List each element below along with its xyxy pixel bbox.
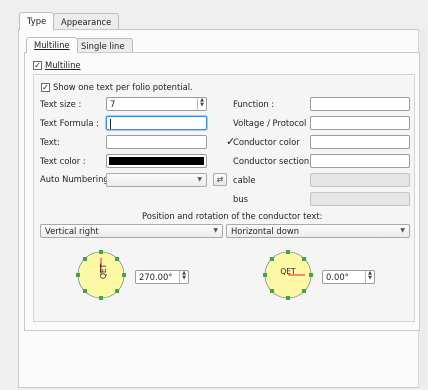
subtab-multiline[interactable]: Multiline [26,37,78,53]
voltage-label: Voltage / Protocol : [233,118,312,128]
text-input[interactable] [106,135,207,149]
auto-numbering-label: Auto Numbering [40,174,109,184]
voltage-input[interactable] [310,116,410,130]
chevron-down-icon: ▼ [213,227,218,234]
text-formula-label: Text Formula : [40,118,99,128]
vertical-position-combo[interactable]: Vertical right ▼ [40,224,223,238]
subtab-multiline-label: Multiline [34,40,70,50]
subtab-single-line[interactable]: Single line [73,38,133,53]
text-color-swatch [109,157,204,165]
conductor-section-input[interactable] [310,154,410,168]
subtab-single-line-label: Single line [81,41,125,51]
conductor-color-label: Conductor color [233,137,300,147]
chevron-down-icon: ▼ [400,227,405,234]
tab-appearance-label: Appearance [61,17,112,27]
text-size-spin-arrows[interactable]: ▲ ▼ [197,98,206,110]
angle-spinbox-left[interactable]: 270.00° ▲ ▼ [135,270,189,284]
angle-right-spin-arrows[interactable]: ▲ ▼ [365,271,374,283]
angle-left-value: 270.00° [139,272,173,282]
bus-input [310,192,410,206]
text-size-value: 7 [110,99,116,109]
angle-right-value: 0.00° [326,272,349,282]
dial-right-text: QET [280,267,296,276]
one-text-checkbox-label: Show one text per folio potential. [53,82,193,92]
multiline-check-mark: ✓ [34,61,41,70]
angle-left-spin-arrows[interactable]: ▲ ▼ [179,271,188,283]
function-label: Function : [233,99,275,109]
multiline-checkbox[interactable]: ✓ [33,61,42,70]
vertical-position-value: Vertical right [45,226,99,236]
text-size-label: Text size : [40,99,82,109]
dial-left-text: QET [99,263,108,279]
chevron-down-icon: ▼ [197,176,202,183]
conductor-section-label: Conductor section [233,156,310,166]
text-cursor [110,119,111,129]
rotation-dial-left[interactable]: QET [72,248,130,302]
text-formula-input[interactable] [106,116,207,130]
position-title: Position and rotation of the conductor t… [142,211,323,221]
text-label: Text: [40,137,60,147]
function-input[interactable] [310,97,410,111]
tab-type[interactable]: Type [19,12,55,30]
auto-numbering-combo[interactable]: ▼ [106,173,207,187]
rotation-dial-right[interactable]: QET [259,248,317,302]
bus-label: bus [233,194,248,204]
tab-type-label: Type [27,16,47,26]
text-size-spinbox[interactable]: 7 ▲ ▼ [106,97,207,111]
one-text-check-mark: ✓ [42,83,49,92]
cable-input [310,173,410,187]
sliders-icon: ⇄ [216,175,224,184]
horizontal-position-combo[interactable]: Horizontal down ▼ [226,224,410,238]
multiline-checkbox-label: Multiline [45,60,81,70]
one-text-checkbox[interactable]: ✓ [41,83,50,92]
text-color-button[interactable] [106,154,207,168]
horizontal-position-value: Horizontal down [231,226,300,236]
text-color-label: Text color : [40,156,86,166]
tab-appearance[interactable]: Appearance [53,13,120,30]
cable-label: cable [233,175,256,185]
conductor-color-input[interactable] [310,135,410,149]
angle-spinbox-right[interactable]: 0.00° ▲ ▼ [322,270,375,284]
auto-numbering-edit-button[interactable]: ⇄ [213,173,227,186]
